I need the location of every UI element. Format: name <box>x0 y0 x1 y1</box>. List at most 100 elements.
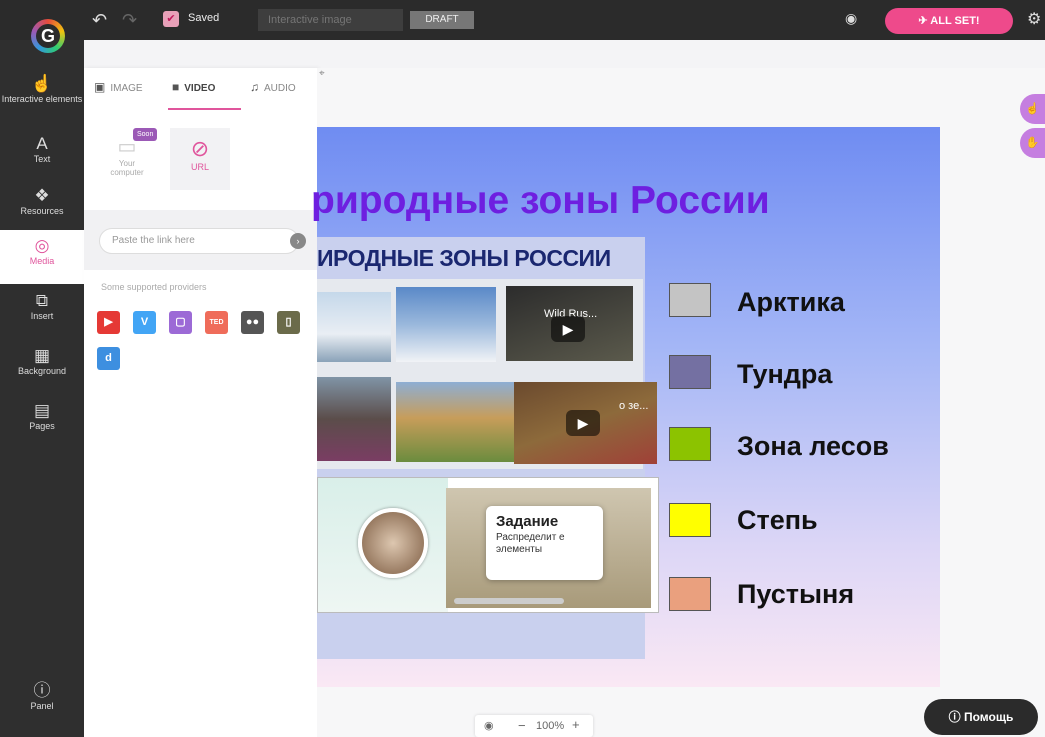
check-icon: ✔ <box>163 11 179 27</box>
photo-ice <box>317 292 391 362</box>
sidebar-item-insert[interactable]: ⧉ Insert <box>0 285 84 339</box>
sidebar-item-text[interactable]: A Text <box>0 128 84 182</box>
sidebar-item-pages[interactable]: ▤ Pages <box>0 395 84 449</box>
vimeo-icon: V <box>133 311 156 334</box>
zoom-out-button[interactable]: − <box>518 718 526 733</box>
legend-swatch-arctic <box>669 283 711 317</box>
task-card[interactable]: Задание Распределит е элементы <box>486 506 603 580</box>
tab-label: VIDEO <box>184 83 216 94</box>
tab-video[interactable]: ■ VIDEO <box>172 80 215 94</box>
sidebar-item-label: Background <box>17 366 67 376</box>
providers-label: Some supported providers <box>101 282 207 292</box>
touch-icon: ☝ <box>1025 103 1040 115</box>
play-icon[interactable]: ▶ <box>566 410 600 436</box>
media-panel: ▣ IMAGE ■ VIDEO ♫ AUDIO ▭ Your computer Soo… <box>84 68 317 737</box>
sidebar-item-label: Resources <box>20 206 64 216</box>
sidebar: ☝ Interactive elements A Text ❖ Resource… <box>0 40 84 737</box>
all-set-button[interactable]: ✈ ALL SET! <box>885 8 1013 34</box>
legend-swatch-desert <box>669 577 711 611</box>
help-button[interactable]: ⓘ Помощь <box>924 699 1038 735</box>
resources-icon: ❖ <box>34 186 50 205</box>
legend-swatch-tundra <box>669 355 711 389</box>
option-label: Your computer <box>110 159 144 177</box>
photo-snow <box>396 287 496 362</box>
legend-label-desert: Пустыня <box>737 579 855 609</box>
insert-icon: ⧉ <box>35 291 49 310</box>
legend-label-forest: Зона лесов <box>737 431 889 461</box>
undo-icon[interactable]: ↶ <box>92 10 107 30</box>
zoom-in-button[interactable]: + <box>572 717 580 732</box>
dailymotion-icon: d <box>97 347 120 370</box>
option-label: URL <box>190 162 209 172</box>
sidebar-item-interactive-elements[interactable]: ☝ Interactive elements <box>0 68 84 122</box>
tab-label: IMAGE <box>110 83 143 94</box>
zoom-level: 100% <box>536 720 565 732</box>
video-thumbnail[interactable]: о зе... ▶ <box>514 382 657 464</box>
music-icon: ♫ <box>250 80 259 94</box>
flickr-icon: ●● <box>241 311 264 334</box>
touch-button[interactable]: ☝ <box>1020 94 1045 124</box>
saved-status: Saved <box>188 12 220 24</box>
option-url[interactable]: ⊘ URL <box>170 128 230 190</box>
tab-audio[interactable]: ♫ AUDIO <box>250 80 296 94</box>
help-icon: ⓘ <box>948 710 964 724</box>
info-icon: ⓘ <box>33 681 51 700</box>
video-icon: ■ <box>172 80 180 94</box>
task-text: Распределит е элементы <box>496 532 565 555</box>
redo-icon[interactable]: ↷ <box>122 10 137 30</box>
logo-letter: G <box>36 24 60 48</box>
pin-icon[interactable]: ⌖ <box>319 68 325 79</box>
camera-icon: ◎ <box>34 236 50 255</box>
sidebar-item-background[interactable]: ▦ Background <box>0 340 84 394</box>
play-icon[interactable]: ▶ <box>551 316 585 342</box>
title-input[interactable] <box>258 9 403 31</box>
paste-link-input[interactable]: Paste the link here › <box>99 228 306 254</box>
legend-label-steppe: Степь <box>737 505 818 535</box>
legend-label-arctic: Арктика <box>737 287 845 317</box>
legend-swatch-steppe <box>669 503 711 537</box>
arrow-right-icon[interactable]: › <box>290 233 306 249</box>
soon-badge: Soon <box>133 128 158 141</box>
sidebar-item-label: Panel <box>30 701 54 711</box>
photo-autumn <box>396 382 514 462</box>
sidebar-item-label: Text <box>33 154 51 164</box>
horizontal-scrollbar[interactable] <box>454 598 564 604</box>
touch-icon: ☝ <box>31 74 53 93</box>
photo-tundra <box>317 377 391 461</box>
pages-icon: ▤ <box>33 401 51 420</box>
slide-title: риродные зоны России <box>311 179 770 222</box>
youtube-icon: ▶ <box>97 311 120 334</box>
image-icon: ▣ <box>94 80 106 94</box>
twitch-icon: ▢ <box>169 311 192 334</box>
sidebar-item-label: Insert <box>30 311 54 321</box>
embedded-title: ИРОДНЫЕ ЗОНЫ РОССИИ <box>317 245 611 271</box>
app-logo[interactable]: G <box>31 19 65 53</box>
sidebar-item-label: Interactive elements <box>1 94 83 104</box>
sidebar-item-label: Pages <box>29 421 55 431</box>
eye-icon[interactable]: ◉ <box>484 719 494 732</box>
legend-swatch-forest <box>669 427 711 461</box>
hand-button[interactable]: ✋ <box>1020 128 1045 158</box>
background-icon: ▦ <box>33 346 51 365</box>
portrait-photo <box>358 508 428 578</box>
legend-label-tundra: Тундра <box>737 359 833 389</box>
settings-icon[interactable]: ⚙ <box>1027 9 1041 29</box>
draft-badge: DRAFT <box>410 11 474 29</box>
video-thumbnail[interactable]: Wild Rus... ▶ <box>506 286 633 361</box>
eye-icon[interactable]: ◉ <box>845 10 857 27</box>
sidebar-item-resources[interactable]: ❖ Resources <box>0 180 84 234</box>
tab-image[interactable]: ▣ IMAGE <box>94 80 143 94</box>
paste-section: Paste the link here › <box>84 210 317 270</box>
sidebar-item-label: Media <box>29 256 55 266</box>
send-icon: ✈ <box>918 15 931 27</box>
zoom-control: ◉ − 100% + <box>475 715 593 737</box>
task-title: Задание <box>496 513 559 530</box>
slide: риродные зоны России ИРОДНЫЕ ЗОНЫ РОССИИ… <box>311 127 940 687</box>
tab-label: AUDIO <box>264 83 296 94</box>
embedded-task-panel[interactable]: Задание Распределит е элементы <box>317 477 659 613</box>
sidebar-item-media[interactable]: ◎ Media <box>0 230 84 284</box>
text-icon: A <box>36 134 48 153</box>
link-icon: ⊘ <box>190 136 210 161</box>
sidebar-item-panel[interactable]: ⓘ Panel <box>0 675 84 729</box>
ted-icon: TED <box>205 311 228 334</box>
